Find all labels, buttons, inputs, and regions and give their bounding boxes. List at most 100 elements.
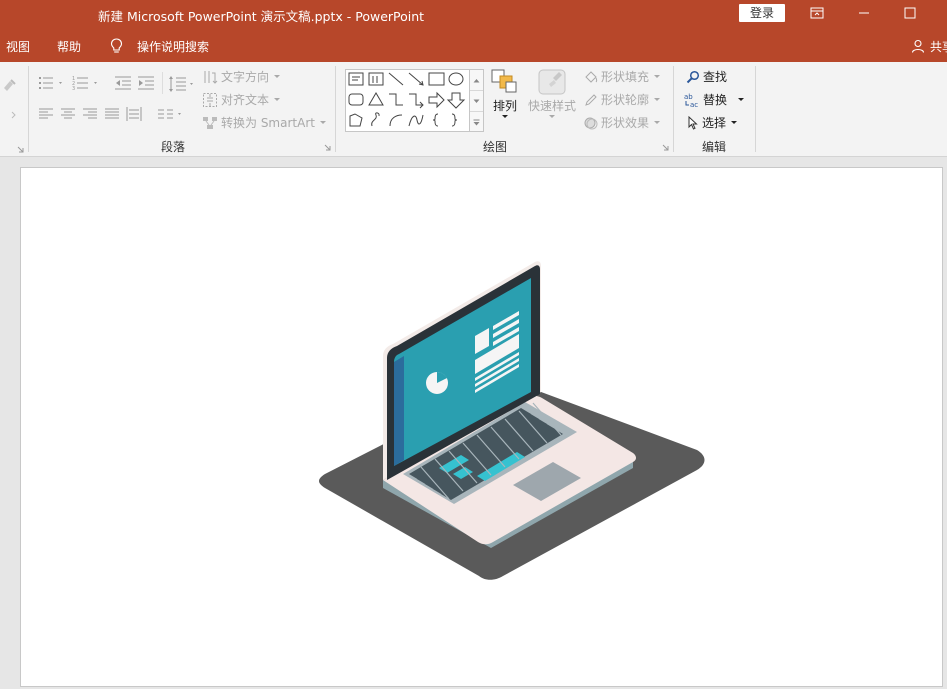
arrange-icon (491, 69, 517, 93)
gallery-scroll-down[interactable] (470, 91, 483, 112)
align-left-icon[interactable] (38, 107, 54, 121)
curve-shape-icon (408, 114, 424, 127)
decrease-indent-icon[interactable] (114, 75, 132, 91)
window-title: 新建 Microsoft PowerPoint 演示文稿.pptx - Powe… (98, 9, 425, 24)
replace-icon: ab ac (684, 93, 698, 108)
line-shape-icon (388, 72, 404, 86)
down-arrow-shape-icon (446, 92, 466, 109)
convert-smartart-label: 转换为 SmartArt (221, 116, 315, 130)
right-brace-shape-icon (451, 113, 458, 127)
tell-me-search[interactable]: 操作说明搜索 (137, 38, 209, 55)
title-bar: 新建 Microsoft PowerPoint 演示文稿.pptx - Powe… (0, 0, 947, 30)
screen-pie-chart (426, 371, 448, 394)
shape-effects-button[interactable]: 形状效果 (584, 114, 661, 131)
align-text-button[interactable]: 对齐文本 (202, 91, 281, 108)
gallery-scrollbar[interactable] (469, 70, 483, 131)
clear-format-icon[interactable] (2, 110, 18, 120)
maximize-button[interactable] (887, 0, 933, 28)
group-separator (28, 66, 29, 152)
group-separator (755, 66, 756, 152)
tab-help[interactable]: 帮助 (57, 38, 81, 55)
gallery-scroll-up[interactable] (470, 70, 483, 91)
shape-effects-label: 形状效果 (601, 116, 650, 130)
login-button[interactable]: 登录 (739, 4, 785, 22)
vertical-text-box-shape-icon (368, 72, 384, 86)
group-separator (335, 66, 336, 152)
text-direction-button[interactable]: 文字方向 (202, 68, 281, 85)
svg-text:ac: ac (690, 101, 698, 108)
line-spacing-icon[interactable] (168, 75, 196, 93)
increase-indent-icon[interactable] (137, 75, 155, 91)
rectangle-shape-icon (428, 72, 445, 86)
arrange-label: 排列 (492, 99, 517, 113)
shapes-gallery[interactable] (345, 69, 484, 132)
laptop-illustration[interactable] (21, 168, 942, 686)
paragraph-group-label: 段落 (161, 140, 186, 154)
numbering-icon[interactable]: 123 (72, 75, 102, 91)
tab-view[interactable]: 视图 (6, 38, 30, 55)
editing-group-label: 编辑 (702, 140, 727, 154)
font-dialog-launcher-icon[interactable] (17, 146, 24, 153)
align-center-icon[interactable] (60, 107, 76, 121)
shapes-grid (348, 72, 466, 127)
shape-outline-button[interactable]: 形状轮廓 (584, 91, 661, 108)
align-right-icon[interactable] (82, 107, 98, 121)
person-icon[interactable] (911, 39, 925, 53)
lightbulb-icon[interactable] (110, 38, 123, 54)
freeform-shape-icon (349, 113, 363, 127)
replace-label: 替换 (703, 93, 728, 107)
more-icon (473, 119, 480, 125)
shape-fill-button[interactable]: 形状填充 (584, 68, 661, 85)
format-painter-icon[interactable] (2, 78, 18, 92)
arrow-shape-icon (408, 72, 424, 86)
cursor-icon (688, 115, 698, 130)
quick-styles-icon (538, 69, 566, 95)
select-label: 选择 (702, 116, 727, 130)
text-direction-label: 文字方向 (221, 70, 270, 84)
quick-styles-label: 快速样式 (528, 99, 577, 113)
drawing-dialog-launcher-icon[interactable] (662, 144, 669, 151)
ribbon-tabs-bar: 视图 帮助 操作说明搜索 共享 (0, 30, 947, 62)
minimize-icon (859, 12, 869, 14)
shape-fill-label: 形状填充 (601, 70, 650, 84)
quick-styles-button[interactable]: 快速样式 (528, 68, 576, 118)
maximize-icon (904, 7, 916, 19)
text-box-shape-icon (348, 72, 364, 86)
gallery-more-button[interactable] (470, 112, 483, 132)
justify-icon[interactable] (104, 107, 120, 121)
text-direction-icon (204, 70, 218, 84)
elbow-arrow-connector-icon (409, 93, 424, 109)
pen-icon (585, 93, 597, 106)
ribbon-display-options-button[interactable] (794, 0, 840, 28)
elbow-connector-icon (389, 93, 403, 106)
bullets-icon[interactable] (38, 75, 66, 91)
share-button[interactable]: 共享 (930, 38, 947, 55)
replace-button[interactable]: ab ac 替换 (684, 91, 745, 108)
magnifier-icon (686, 70, 700, 83)
svg-text:3: 3 (72, 86, 75, 91)
arrange-button[interactable]: 排列 (490, 68, 520, 118)
slide-canvas[interactable] (20, 167, 943, 687)
columns-icon[interactable] (157, 107, 185, 121)
find-button[interactable]: 查找 (686, 68, 727, 85)
minimize-button[interactable] (841, 0, 887, 28)
chevron-down-icon (473, 99, 480, 103)
select-button[interactable]: 选择 (687, 114, 738, 131)
chevron-up-icon (473, 78, 480, 82)
convert-smartart-button[interactable]: 转换为 SmartArt (202, 114, 326, 131)
find-label: 查找 (703, 70, 728, 84)
svg-text:ab: ab (684, 93, 693, 101)
distributed-icon[interactable] (126, 106, 142, 122)
paragraph-dialog-launcher-icon[interactable] (324, 144, 331, 151)
ribbon-display-icon (810, 7, 824, 19)
arc-shape-icon (389, 114, 403, 127)
shape-outline-label: 形状轮廓 (601, 93, 650, 107)
right-arrow-shape-icon (428, 91, 445, 109)
rounded-rectangle-shape-icon (348, 93, 364, 106)
drawing-group-label: 绘图 (483, 140, 508, 154)
smartart-icon (203, 116, 217, 129)
shape-effects-icon (584, 117, 598, 129)
divider (162, 72, 163, 94)
align-text-label: 对齐文本 (221, 93, 270, 107)
triangle-shape-icon (368, 92, 384, 106)
